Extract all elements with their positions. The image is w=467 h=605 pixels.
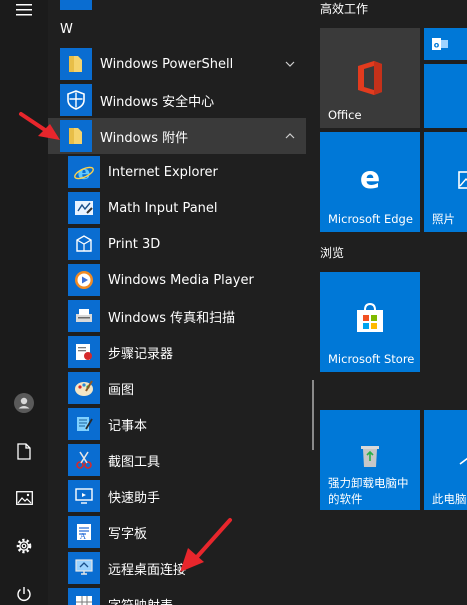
app-item-label: 截图工具 [108,454,161,470]
this-pc-icon [459,457,467,465]
user-account-button[interactable] [0,383,48,423]
app-item-notepad[interactable]: 记事本 [48,406,306,442]
app-item-snipping-tool[interactable]: 截图工具 [48,442,306,478]
recycle-bin-icon [361,446,379,467]
annotation-arrow-accessories [19,112,60,140]
app-item-label: Windows 安全中心 [100,94,215,110]
app-item-internet-explorer[interactable]: e Internet Explorer [48,154,306,190]
tile-label-line2: 的软件 [328,492,363,506]
wordpad-icon: A [68,516,100,548]
user-avatar-icon [14,393,34,413]
tile-label: Microsoft Edge [328,212,413,226]
documents-button[interactable] [0,431,48,471]
app-item-label: Windows Media Player [108,272,254,288]
svg-text:e: e [360,164,380,192]
notepad-icon [68,408,100,440]
paint-icon [68,372,100,404]
section-letter-w[interactable]: W [60,22,73,37]
tile-label: Microsoft Store [328,352,415,366]
tile-this-pc[interactable]: 此电脑 [424,410,467,510]
app-item-math-input-panel[interactable]: Math Input Panel [48,190,306,226]
app-item-windows-powershell[interactable]: Windows PowerShell [48,46,306,82]
app-item-label: Windows 附件 [100,130,189,146]
tile-label: 此电脑 [432,492,467,506]
photos-icon [458,171,467,189]
tile-microsoft-store[interactable]: Microsoft Store [320,272,420,372]
folder-icon [60,120,92,152]
app-item-label: Windows PowerShell [100,56,234,72]
tile-label: Office [328,108,362,122]
tile-group-title-productivity[interactable]: 高效工作 [320,0,368,17]
remote-desktop-icon [68,552,100,584]
svg-text:e: e [78,161,91,183]
app-item-label: 写字板 [108,526,148,542]
settings-button[interactable] [0,526,48,566]
app-item-paint[interactable]: 画图 [48,370,306,406]
tile-office[interactable]: Office [320,28,420,128]
media-player-icon [68,264,100,296]
pictures-button[interactable] [0,478,48,518]
tile-small-2[interactable] [424,64,467,96]
tile-small-3[interactable] [424,96,467,128]
app-list: W Windows PowerShell Windows 安全中心 Window… [48,0,306,605]
svg-text:o: o [434,41,440,50]
edge-icon: e [360,164,380,192]
chevron-up-icon[interactable] [282,128,298,144]
app-item-windows-security[interactable]: Windows 安全中心 [48,82,306,118]
app-item-character-map[interactable]: 字符映射表 [48,586,306,605]
app-item-label: Windows 传真和扫描 [108,310,236,326]
app-item-steps-recorder[interactable]: 步骤记录器 [48,334,306,370]
app-item-label: 字符映射表 [108,595,173,605]
tile-group-title-browse[interactable]: 浏览 [320,244,344,261]
document-icon [17,442,31,460]
tile-label: 照片 [432,212,455,226]
app-item-quick-assist[interactable]: 快速助手 [48,478,306,514]
app-item-windows-media-player[interactable]: Windows Media Player [48,262,306,298]
gear-icon [16,538,32,554]
app-item-print-3d[interactable]: Print 3D [48,226,306,262]
fax-scan-icon [68,300,100,332]
hamburger-icon [16,4,32,16]
tile-label-line1: 强力卸载电脑中 [328,476,409,490]
steps-recorder-icon [68,336,100,368]
app-icon-partial [60,0,92,10]
app-item-windows-fax-scan[interactable]: Windows 传真和扫描 [48,298,306,334]
app-item-label: 步骤记录器 [108,346,174,362]
shield-icon [60,84,92,116]
snipping-tool-icon [68,444,100,476]
power-button[interactable] [0,574,48,605]
app-item-windows-accessories[interactable]: Windows 附件 [48,118,306,154]
store-bag-icon [357,302,383,332]
character-map-icon [68,588,100,605]
tile-photos[interactable]: 照片 [424,132,467,232]
app-item-label: 记事本 [108,418,148,434]
start-left-rail [0,0,48,605]
app-item-label: 快速助手 [108,490,161,506]
annotation-arrow-remote-desktop [180,518,232,572]
tile-mail-small[interactable]: o [424,28,467,60]
app-item-label: Print 3D [108,236,161,252]
math-input-icon [68,192,100,224]
app-item-label: Internet Explorer [108,164,218,180]
print-3d-icon [68,228,100,260]
internet-explorer-icon: e [68,156,100,188]
office-logo-icon [358,61,382,95]
folder-icon [60,48,92,80]
tile-uninstaller[interactable]: 强力卸载电脑中 的软件 [320,410,420,510]
app-list-scrollbar[interactable] [312,380,314,450]
app-item-label: 画图 [108,382,135,398]
chevron-down-icon[interactable] [282,56,298,72]
outlook-icon: o [432,38,448,50]
hamburger-menu-button[interactable] [0,0,48,20]
pictures-icon [15,491,33,505]
app-item-label: Math Input Panel [108,200,218,216]
quick-assist-icon [68,480,100,512]
power-icon [17,587,31,601]
svg-text:A: A [79,532,86,541]
tile-microsoft-edge[interactable]: e Microsoft Edge [320,132,420,232]
